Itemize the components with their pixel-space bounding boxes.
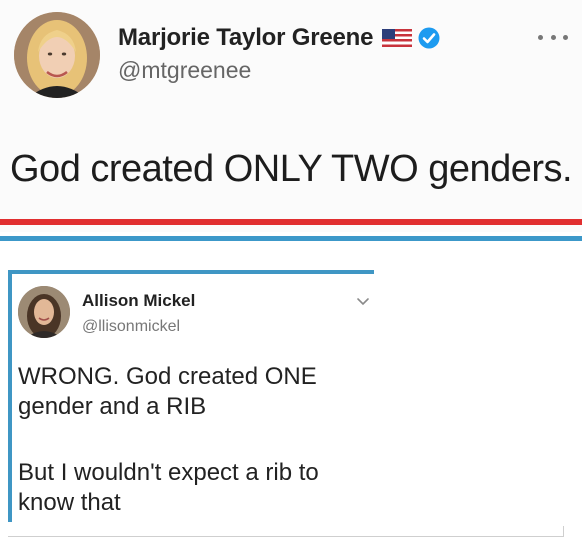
- tweet-text-line: But I wouldn't expect a rib to: [18, 459, 319, 486]
- author-handle[interactable]: @mtgreenee: [118, 57, 440, 84]
- tweet-text: WRONG. God created ONE gender and a RIB …: [18, 362, 378, 518]
- author-handle[interactable]: @llisonmickel: [82, 318, 195, 336]
- more-options-icon[interactable]: [538, 32, 568, 42]
- author-name[interactable]: Marjorie Taylor Greene: [118, 24, 373, 52]
- tweet-card-greene[interactable]: Marjorie Taylor Greene @mtgreenee God cr…: [0, 0, 582, 232]
- tweet-text-line: WRONG. God created ONE: [18, 363, 317, 390]
- us-flag-icon: [382, 29, 413, 47]
- divider-blue: [0, 236, 582, 241]
- chevron-down-icon[interactable]: [356, 294, 370, 306]
- tweet-text: God created ONLY TWO genders.: [10, 148, 573, 190]
- frame-bottom-border: [8, 536, 564, 537]
- avatar-photo-icon: [18, 286, 70, 338]
- tweet-text-line: gender and a RIB: [18, 393, 207, 420]
- tweet-text-line: know that: [18, 489, 121, 516]
- avatar-photo-icon: [14, 12, 100, 98]
- tweet-card-mickel[interactable]: Allison Mickel @llisonmickel WRONG. God …: [0, 270, 582, 544]
- divider-red: [0, 219, 582, 225]
- avatar[interactable]: [14, 12, 100, 98]
- author-name[interactable]: Allison Mickel: [82, 291, 195, 311]
- avatar[interactable]: [18, 286, 70, 338]
- frame-corner-tick: [563, 526, 564, 537]
- frame-top-border: [8, 270, 374, 274]
- frame-left-border: [8, 270, 12, 522]
- verified-badge-icon: [418, 27, 440, 49]
